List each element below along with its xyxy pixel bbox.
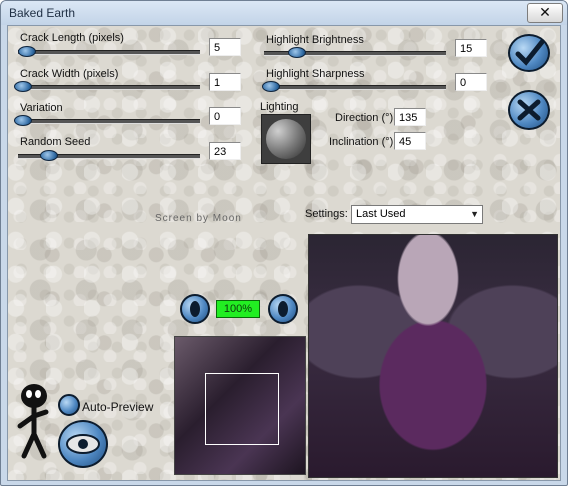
crack-length-input[interactable]: 5 (209, 38, 241, 56)
highlight-sharpness-label: Highlight Sharpness (266, 68, 365, 80)
watermark-text: Screen by Moon (155, 213, 242, 224)
highlight-sharpness-track[interactable] (264, 85, 446, 90)
crack-length-thumb[interactable] (18, 46, 36, 57)
light-ball-icon (266, 119, 306, 159)
auto-preview-label: Auto-Preview (82, 400, 154, 414)
direction-input[interactable]: 135 (394, 108, 426, 126)
inclination-label: Inclination (°) (329, 136, 394, 148)
stick-figure-icon (17, 384, 49, 459)
highlight-brightness-label: Highlight Brightness (266, 34, 364, 46)
highlight-sharpness-input[interactable]: 0 (455, 73, 487, 91)
window-title: Baked Earth (9, 6, 76, 20)
zoom-out-icon (190, 301, 200, 317)
crack-width-label: Crack Width (pixels) (20, 68, 119, 80)
highlight-brightness-input[interactable]: 15 (455, 39, 487, 57)
crack-width-thumb[interactable] (14, 81, 32, 92)
source-preview[interactable] (174, 336, 306, 475)
preview-eye-button[interactable] (58, 420, 108, 468)
variation-label: Variation (20, 102, 63, 114)
x-icon (517, 99, 541, 121)
crack-length-track[interactable] (18, 50, 200, 55)
lighting-sphere[interactable] (261, 114, 311, 164)
inclination-input[interactable]: 45 (394, 132, 426, 150)
random-seed-input[interactable]: 23 (209, 142, 241, 160)
dialog-client: Crack Length (pixels) 5 Crack Width (pix… (7, 25, 561, 481)
close-button[interactable]: ✕ (527, 3, 563, 23)
variation-thumb[interactable] (14, 115, 32, 126)
chevron-down-icon: ▼ (470, 209, 479, 219)
settings-selected: Last Used (356, 208, 406, 220)
title-bar[interactable]: Baked Earth ✕ (1, 1, 567, 25)
preview-selection-box[interactable] (205, 373, 279, 445)
highlight-brightness-thumb[interactable] (288, 47, 306, 58)
lighting-label: Lighting (260, 101, 299, 113)
zoom-out-button[interactable] (180, 294, 210, 324)
checkmark-icon (515, 39, 545, 66)
plugin-window: Baked Earth ✕ Crack Length (pixels) 5 Cr… (0, 0, 568, 486)
eye-icon (66, 434, 100, 454)
settings-dropdown[interactable]: Last Used ▼ (351, 205, 483, 224)
ok-button[interactable] (508, 34, 550, 72)
direction-label: Direction (°) (335, 112, 394, 124)
random-seed-label: Random Seed (20, 136, 91, 148)
crack-width-input[interactable]: 1 (209, 73, 241, 91)
variation-input[interactable]: 0 (209, 107, 241, 125)
highlight-sharpness-thumb[interactable] (262, 81, 280, 92)
result-preview[interactable] (308, 234, 558, 478)
cancel-button[interactable] (508, 90, 550, 130)
zoom-in-icon (278, 301, 288, 317)
random-seed-thumb[interactable] (40, 150, 58, 161)
crack-length-label: Crack Length (pixels) (20, 32, 124, 44)
crack-width-track[interactable] (18, 85, 200, 90)
settings-label: Settings: (305, 208, 348, 220)
zoom-in-button[interactable] (268, 294, 298, 324)
zoom-level: 100% (216, 300, 260, 318)
auto-preview-toggle[interactable] (58, 394, 80, 416)
variation-track[interactable] (18, 119, 200, 124)
